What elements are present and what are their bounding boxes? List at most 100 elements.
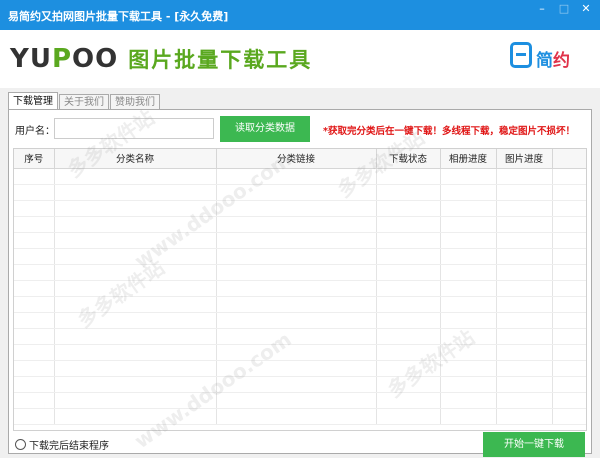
yupoo-logo: YUPOO 图片批量下载工具 [10, 42, 312, 76]
table-cell [552, 200, 586, 217]
table-cell [376, 200, 441, 217]
table-cell [54, 408, 217, 425]
table-cell [376, 184, 441, 201]
category-table[interactable]: 序号 分类名称 分类链接 下载状态 相册进度 图片进度 [13, 148, 587, 431]
table-cell [552, 296, 586, 313]
table-row [14, 344, 586, 361]
table-cell [496, 296, 553, 313]
col-header-image-progress[interactable]: 图片进度 [496, 149, 553, 169]
table-cell [496, 376, 553, 393]
table-row [14, 168, 586, 185]
col-header-index[interactable]: 序号 [14, 149, 55, 169]
read-category-button[interactable]: 读取分类数据 [220, 116, 310, 142]
tab-sponsor-us[interactable]: 赞助我们 [110, 94, 160, 110]
tab-about-us[interactable]: 关于我们 [59, 94, 109, 110]
exit-after-download-option[interactable]: 下载完后结束程序 [15, 437, 109, 452]
maximize-icon[interactable]: □ [553, 0, 575, 18]
table-cell [496, 200, 553, 217]
table-cell [496, 264, 553, 281]
table-row [14, 392, 586, 409]
table-cell [54, 360, 217, 377]
table-cell [440, 232, 497, 249]
table-cell [552, 360, 586, 377]
table-cell [54, 216, 217, 233]
main-content: 下载管理 关于我们 赞助我们 用户名： 读取分类数据 *获取完分类后在一键下载！… [0, 88, 600, 458]
table-cell [216, 184, 377, 201]
table-cell [376, 344, 441, 361]
tab-download-manage[interactable]: 下载管理 [8, 92, 58, 110]
col-header-blank [552, 149, 586, 169]
table-cell [216, 232, 377, 249]
table-cell [14, 216, 55, 233]
table-row [14, 216, 586, 233]
table-cell [496, 328, 553, 345]
table-cell [14, 280, 55, 297]
table-cell [14, 408, 55, 425]
table-cell [54, 296, 217, 313]
col-header-category-link[interactable]: 分类链接 [216, 149, 377, 169]
table-cell [14, 360, 55, 377]
table-cell [440, 392, 497, 409]
close-icon[interactable]: ✕ [575, 0, 597, 18]
table-cell [376, 312, 441, 329]
table-row [14, 200, 586, 217]
table-cell [216, 376, 377, 393]
table-row [14, 360, 586, 377]
minimize-icon[interactable]: – [531, 0, 553, 18]
table-cell [376, 168, 441, 185]
col-header-album-progress[interactable]: 相册进度 [440, 149, 497, 169]
table-cell [440, 264, 497, 281]
table-cell [54, 328, 217, 345]
download-panel: 用户名： 读取分类数据 *获取完分类后在一键下载！多线程下载，稳定图片不损坏！ … [8, 109, 592, 457]
table-cell [14, 328, 55, 345]
table-cell [216, 312, 377, 329]
table-cell [14, 392, 55, 409]
col-header-category-name[interactable]: 分类名称 [54, 149, 217, 169]
table-cell [14, 248, 55, 265]
app-header: YUPOO 图片批量下载工具 简约 [0, 30, 600, 88]
table-cell [552, 328, 586, 345]
brand-logo: 简约 [510, 40, 582, 80]
table-cell [440, 216, 497, 233]
table-row [14, 328, 586, 345]
table-cell [552, 264, 586, 281]
table-cell [54, 200, 217, 217]
table-cell [552, 280, 586, 297]
table-cell [552, 232, 586, 249]
table-cell [440, 312, 497, 329]
table-row [14, 248, 586, 265]
table-row [14, 264, 586, 281]
table-cell [376, 360, 441, 377]
table-cell [552, 248, 586, 265]
exit-after-download-radio[interactable] [15, 438, 26, 450]
table-cell [496, 168, 553, 185]
table-cell [216, 248, 377, 265]
table-cell [496, 248, 553, 265]
table-cell [54, 248, 217, 265]
table-cell [216, 408, 377, 425]
table-cell [496, 360, 553, 377]
username-input[interactable] [54, 118, 214, 139]
table-cell [552, 392, 586, 409]
table-cell [440, 408, 497, 425]
table-row [14, 280, 586, 297]
table-cell [496, 216, 553, 233]
table-cell [376, 232, 441, 249]
table-cell [14, 344, 55, 361]
table-cell [216, 216, 377, 233]
table-cell [376, 328, 441, 345]
table-row [14, 376, 586, 393]
username-label: 用户名： [15, 126, 55, 137]
table-cell [496, 312, 553, 329]
table-cell [216, 360, 377, 377]
title-bar: 易简约又拍网图片批量下载工具 - [永久免费] – □ ✕ [0, 0, 600, 30]
table-cell [14, 184, 55, 201]
table-cell [54, 280, 217, 297]
col-header-download-status[interactable]: 下载状态 [376, 149, 441, 169]
table-cell [376, 280, 441, 297]
start-download-button[interactable]: 开始一键下载 [483, 432, 585, 457]
exit-after-download-label[interactable]: 下载完后结束程序 [29, 437, 109, 452]
table-cell [216, 168, 377, 185]
table-cell [14, 168, 55, 185]
table-row [14, 408, 586, 425]
